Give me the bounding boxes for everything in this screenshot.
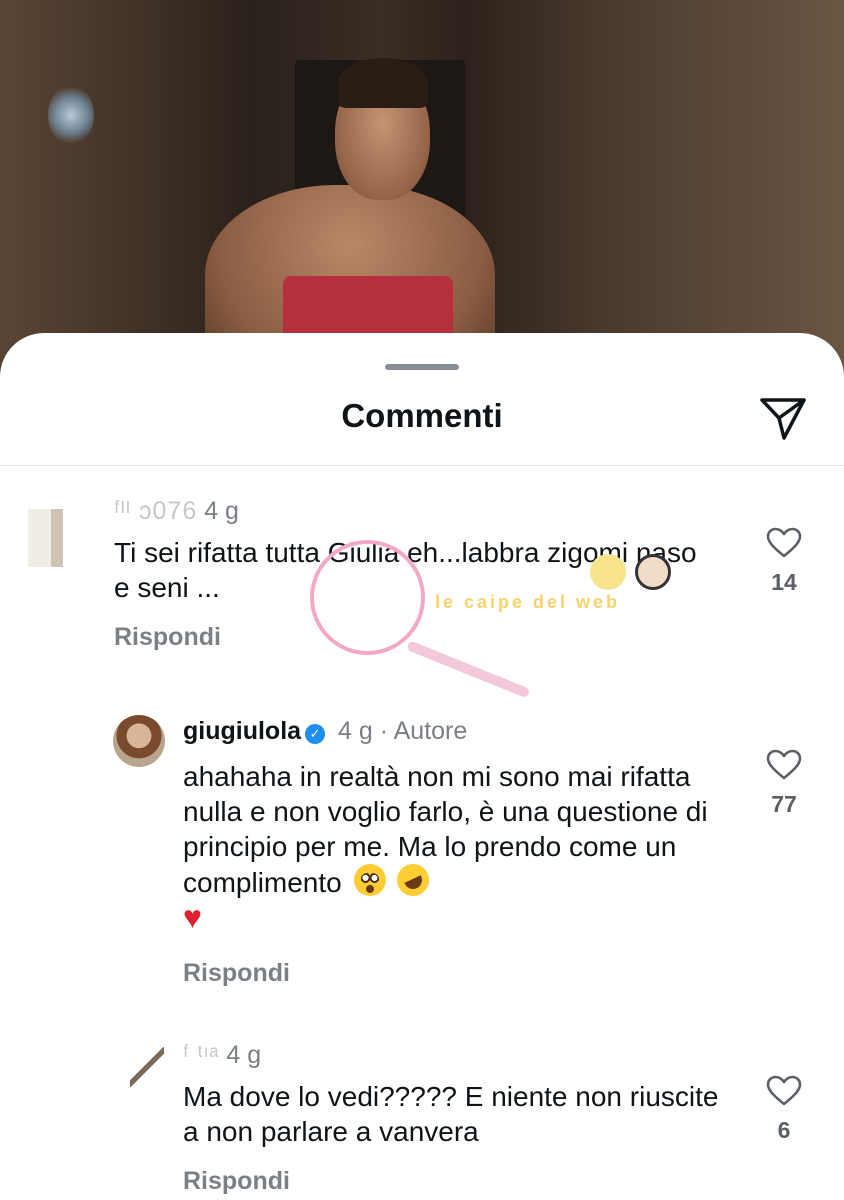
comment-meta: giugiulola ✓ 4 g · Autore bbox=[183, 717, 467, 746]
comment-text-body: ahahaha in realtà non mi sono mai rifatt… bbox=[183, 761, 708, 898]
sheet-grabber[interactable] bbox=[385, 364, 459, 370]
meta-separator: · bbox=[379, 717, 389, 745]
comments-sheet: Commenti ᶠᴵᴵ ɔ076 4 g Ti sei rifatta tut… bbox=[0, 333, 844, 1200]
comment-item: ᶠᴵᴵ ɔ076 4 g Ti sei rifatta tutta Giulia… bbox=[0, 493, 844, 663]
red-heart-emoji-icon: ♥ bbox=[183, 899, 202, 935]
comment-text: ahahaha in realtà non mi sono mai rifatt… bbox=[183, 759, 723, 936]
person-hair bbox=[338, 58, 428, 108]
author-label: Autore bbox=[393, 717, 468, 745]
comment-text: Ti sei rifatta tutta Giulia eh...labbra … bbox=[114, 537, 697, 603]
comment-time: 4 g bbox=[226, 1041, 262, 1069]
comment-text: Ma dove lo vedi????? E niente non riusci… bbox=[183, 1081, 719, 1147]
comment-reply-item: giugiulola ✓ 4 g · Autore ahahaha in real… bbox=[0, 711, 844, 991]
like-button[interactable]: 6 bbox=[762, 1075, 806, 1144]
comment-reply-item: ᶠ ᵗᶦᵃ 4 g Ma dove lo vedi????? E niente … bbox=[0, 1039, 844, 1199]
like-button[interactable]: 77 bbox=[762, 749, 806, 818]
paper-plane-icon[interactable] bbox=[758, 394, 808, 442]
sheet-title: Commenti bbox=[341, 397, 503, 434]
reply-button[interactable]: Rispondi bbox=[183, 959, 290, 988]
heart-icon[interactable] bbox=[766, 749, 802, 781]
avatar[interactable] bbox=[130, 1047, 164, 1087]
reply-button[interactable]: Rispondi bbox=[114, 623, 221, 652]
username-redacted[interactable]: ᶠ ᵗᶦᵃ bbox=[183, 1041, 219, 1069]
verified-badge-icon: ✓ bbox=[305, 724, 326, 744]
shocked-face-emoji-icon bbox=[353, 864, 386, 896]
comment-meta: ᶠᴵᴵ ɔ076 4 g bbox=[114, 497, 239, 526]
comment-meta: ᶠ ᵗᶦᵃ 4 g bbox=[183, 1041, 261, 1070]
heart-icon[interactable] bbox=[766, 1075, 802, 1107]
reply-button[interactable]: Rispondi bbox=[183, 1167, 290, 1196]
username-redacted[interactable]: ᶠᴵᴵ ɔ076 bbox=[114, 497, 197, 525]
heart-icon[interactable] bbox=[766, 527, 802, 559]
rofl-emoji-icon bbox=[392, 858, 435, 902]
comment-time: 4 g bbox=[338, 717, 373, 745]
avatar[interactable] bbox=[28, 509, 86, 567]
like-count: 14 bbox=[771, 569, 797, 595]
username[interactable]: giugiulola bbox=[183, 717, 301, 745]
like-count: 77 bbox=[771, 791, 797, 817]
wall-lamp bbox=[48, 85, 94, 145]
like-button[interactable]: 14 bbox=[762, 527, 806, 596]
header-divider bbox=[0, 465, 844, 466]
like-count: 6 bbox=[777, 1117, 791, 1143]
avatar[interactable] bbox=[113, 715, 165, 767]
comment-time: 4 g bbox=[204, 497, 239, 525]
